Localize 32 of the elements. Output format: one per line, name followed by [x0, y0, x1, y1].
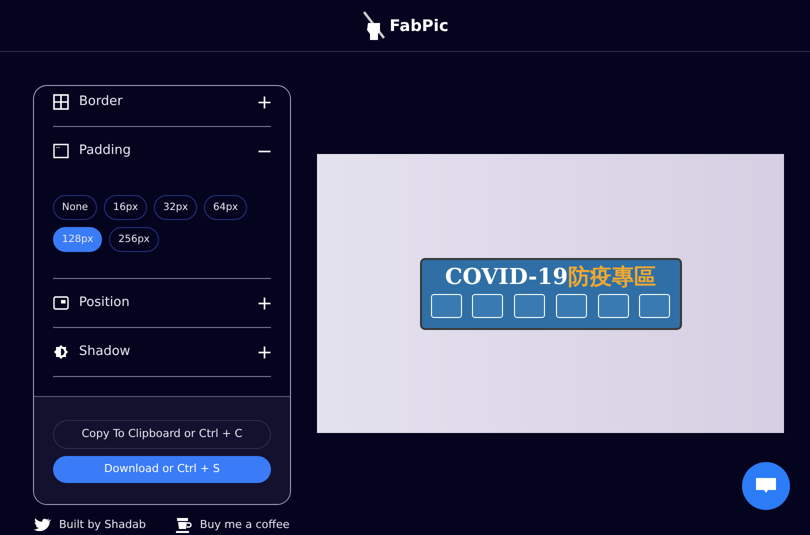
- brightness-icon: [53, 344, 69, 360]
- section-title[interactable]: Shadow: [79, 342, 248, 362]
- logo-text[interactable]: FabPic: [390, 14, 448, 38]
- download-button[interactable]: Download or Ctrl + S: [53, 456, 271, 483]
- footer-link[interactable]: Buy me a coffee: [200, 517, 290, 534]
- banner-title: COVID-19防疫專區: [444, 262, 657, 292]
- padding-option[interactable]: 256px: [109, 227, 159, 252]
- grid-icon: [53, 94, 69, 110]
- padding-option[interactable]: 32px: [154, 195, 198, 220]
- plus-icon[interactable]: [258, 346, 271, 358]
- plus-icon[interactable]: [258, 96, 271, 108]
- section-title[interactable]: Position: [79, 293, 248, 313]
- padding-option[interactable]: 16px: [104, 195, 148, 220]
- pictogram-icon: [556, 294, 587, 318]
- window-icon: [53, 143, 69, 159]
- picture-in-picture-icon: [53, 295, 69, 311]
- chat-button[interactable]: [742, 462, 790, 510]
- copy-to-clipboard-button[interactable]: Copy To Clipboard or Ctrl + C: [53, 420, 271, 449]
- padding-option[interactable]: None: [53, 195, 98, 220]
- pictogram-icon: [430, 294, 462, 318]
- pictogram-icon: [514, 294, 546, 318]
- hand-pencil-icon: [362, 10, 386, 42]
- bird-icon: [33, 517, 51, 534]
- padding-option[interactable]: 64px: [204, 195, 248, 220]
- pictogram-icon: [472, 294, 504, 318]
- pictogram-icon: [598, 294, 629, 318]
- plus-icon[interactable]: [258, 296, 271, 310]
- cup-icon: [174, 517, 192, 534]
- section-title[interactable]: Padding: [79, 141, 248, 161]
- pictogram-icon: [639, 294, 670, 318]
- footer-link[interactable]: Built by Shadab: [59, 517, 146, 534]
- section-title[interactable]: Border: [79, 92, 248, 112]
